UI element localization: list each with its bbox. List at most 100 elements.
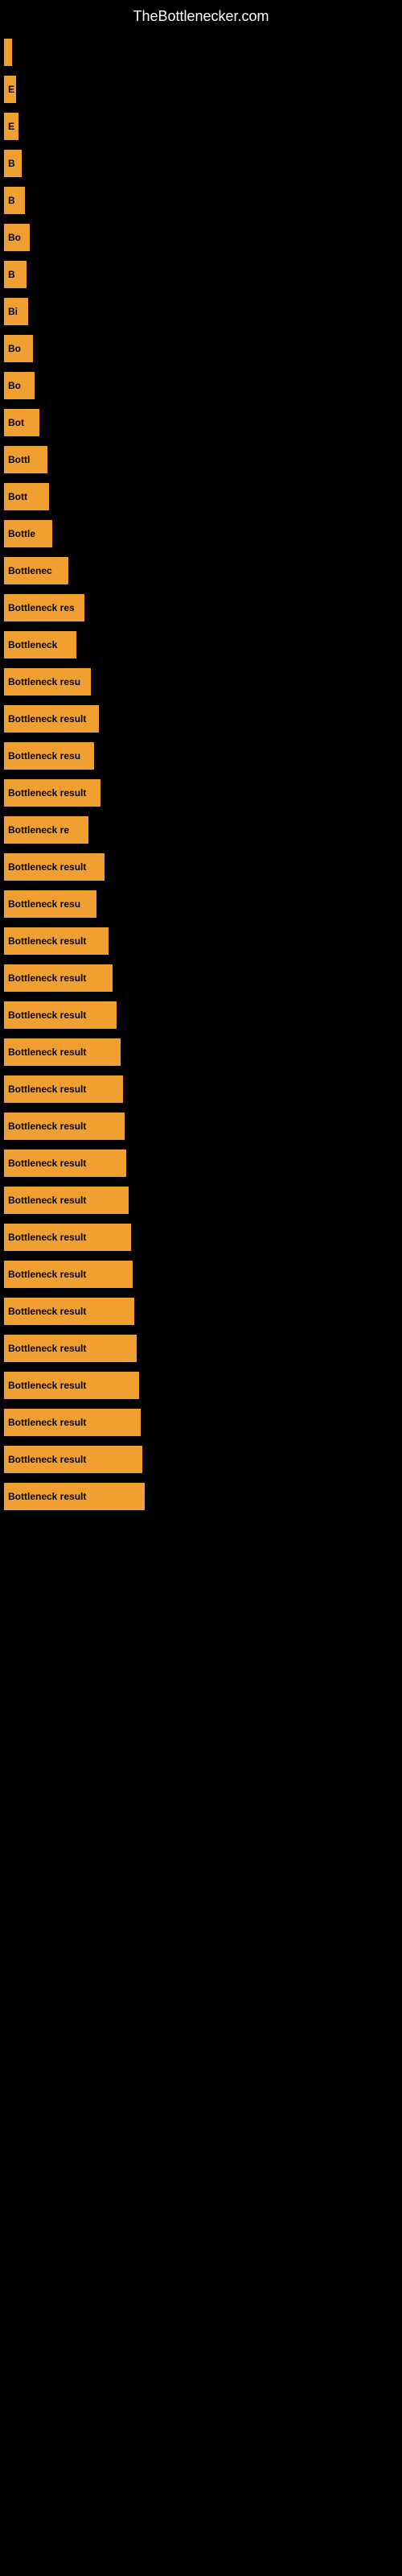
bar-item: Bott [4, 483, 49, 510]
bar-row [4, 37, 394, 68]
bar-label: Bottle [8, 528, 35, 539]
bar-label: Bottleneck result [8, 1491, 86, 1502]
bar-item: Bottleneck result [4, 1372, 139, 1399]
bar-row: Bott [4, 481, 394, 512]
bar-row: Bottleneck result [4, 1185, 394, 1216]
bar-item: B [4, 150, 22, 177]
bar-label: Bottleneck result [8, 861, 86, 873]
bar-item: Bottleneck result [4, 1001, 117, 1029]
bar-label: Bottleneck re [8, 824, 69, 836]
bar-label: Bottleneck result [8, 1380, 86, 1391]
bar-label: B [8, 195, 15, 206]
bar-row: Bottlenec [4, 555, 394, 586]
bar-item: Bi [4, 298, 28, 325]
bar-row: Bottleneck result [4, 1000, 394, 1030]
bar-row: E [4, 74, 394, 105]
bar-label: Bottleneck resu [8, 898, 80, 910]
bar-row: Bottleneck result [4, 963, 394, 993]
bar-row: Bottleneck resu [4, 667, 394, 697]
bar-item: E [4, 76, 16, 103]
bar-item: Bottleneck result [4, 1261, 133, 1288]
bar-item: Bottleneck result [4, 1038, 121, 1066]
bar-item: Bo [4, 335, 33, 362]
bar-item: Bottleneck result [4, 1335, 137, 1362]
bar-label: Bottleneck result [8, 1195, 86, 1206]
bar-label: Bottleneck result [8, 1454, 86, 1465]
bar-item: Bottleneck result [4, 1483, 145, 1510]
bar-item: Bottleneck result [4, 1298, 134, 1325]
bar-row: Bottleneck result [4, 852, 394, 882]
bar-item: Bottleneck resu [4, 668, 91, 696]
bar-item: B [4, 261, 27, 288]
bar-item: E [4, 113, 18, 140]
bar-row: Bottleneck resu [4, 889, 394, 919]
bar-item: Bottleneck result [4, 1150, 126, 1177]
bar-label: Bottleneck [8, 639, 57, 650]
bar-row: Bottleneck result [4, 1074, 394, 1104]
bar-label: Bottleneck result [8, 1046, 86, 1058]
bar-row: E [4, 111, 394, 142]
bars-container: E E B B Bo B Bi Bo Bo Bot Bottl Bott Bottle Bottlenec… [0, 29, 402, 1526]
bar-label: Bot [8, 417, 24, 428]
bar-label: E [8, 84, 14, 95]
site-title: TheBottlenecker.com [0, 0, 402, 29]
bar-label: Bottleneck result [8, 935, 86, 947]
bar-label: Bottleneck result [8, 1343, 86, 1354]
bar-row: Bottleneck res [4, 592, 394, 623]
bar-row: Bottleneck result [4, 1111, 394, 1141]
bar-item: Bottleneck result [4, 1113, 125, 1140]
bar-item: Bottleneck result [4, 1187, 129, 1214]
bar-item: Bottlenec [4, 557, 68, 584]
bar-row: Bot [4, 407, 394, 438]
bar-label: Bottleneck result [8, 1121, 86, 1132]
bar-row: Bottleneck result [4, 1444, 394, 1475]
bar-item: Bottleneck result [4, 705, 99, 733]
bar-label: Bottleneck result [8, 1084, 86, 1095]
bar-item: Bottleneck result [4, 1224, 131, 1251]
bar-label: Bi [8, 306, 18, 317]
bar-row: Bottleneck result [4, 926, 394, 956]
bar-label: Bottleneck result [8, 1417, 86, 1428]
bar-item: Bottle [4, 520, 52, 547]
bar-label: E [8, 121, 14, 132]
bar-item: Bo [4, 224, 30, 251]
bar-row: Bottleneck result [4, 778, 394, 808]
bar-row: Bo [4, 333, 394, 364]
bar-row: Bottle [4, 518, 394, 549]
bar-row: Bottleneck result [4, 1222, 394, 1253]
bar-row: Bo [4, 370, 394, 401]
bar-item: Bottleneck result [4, 1409, 141, 1436]
bar-label: Bo [8, 232, 21, 243]
bar-row: Bo [4, 222, 394, 253]
bar-row: Bottleneck result [4, 1481, 394, 1512]
bar-row: Bi [4, 296, 394, 327]
bar-label: Bottleneck result [8, 1269, 86, 1280]
bar-row: Bottleneck result [4, 1370, 394, 1401]
bar-row: Bottleneck result [4, 1259, 394, 1290]
bar-row: Bottleneck result [4, 1407, 394, 1438]
bar-label: Bottleneck resu [8, 676, 80, 687]
bar-item: Bottleneck resu [4, 742, 94, 770]
bar-item: Bottleneck res [4, 594, 84, 621]
bar-item [4, 39, 12, 66]
bar-label: Bottleneck res [8, 602, 75, 613]
bar-label: Bottleneck result [8, 972, 86, 984]
bar-item: Bo [4, 372, 35, 399]
bar-label: B [8, 158, 15, 169]
bar-label: Bottl [8, 454, 30, 465]
bar-row: Bottleneck result [4, 704, 394, 734]
bar-label: Bo [8, 343, 21, 354]
bar-item: Bottleneck re [4, 816, 88, 844]
bar-label: Bottlenec [8, 565, 52, 576]
bar-item: Bottleneck result [4, 853, 105, 881]
bar-item: Bot [4, 409, 39, 436]
bar-row: Bottleneck result [4, 1148, 394, 1179]
bar-item: Bottleneck result [4, 927, 109, 955]
bar-item: Bottleneck result [4, 1446, 142, 1473]
bar-label: Bottleneck resu [8, 750, 80, 762]
bar-item: Bottleneck result [4, 964, 113, 992]
bar-label: Bottleneck result [8, 713, 86, 724]
bar-label: Bottleneck result [8, 787, 86, 799]
bar-row: Bottleneck result [4, 1296, 394, 1327]
bar-row: Bottleneck [4, 630, 394, 660]
